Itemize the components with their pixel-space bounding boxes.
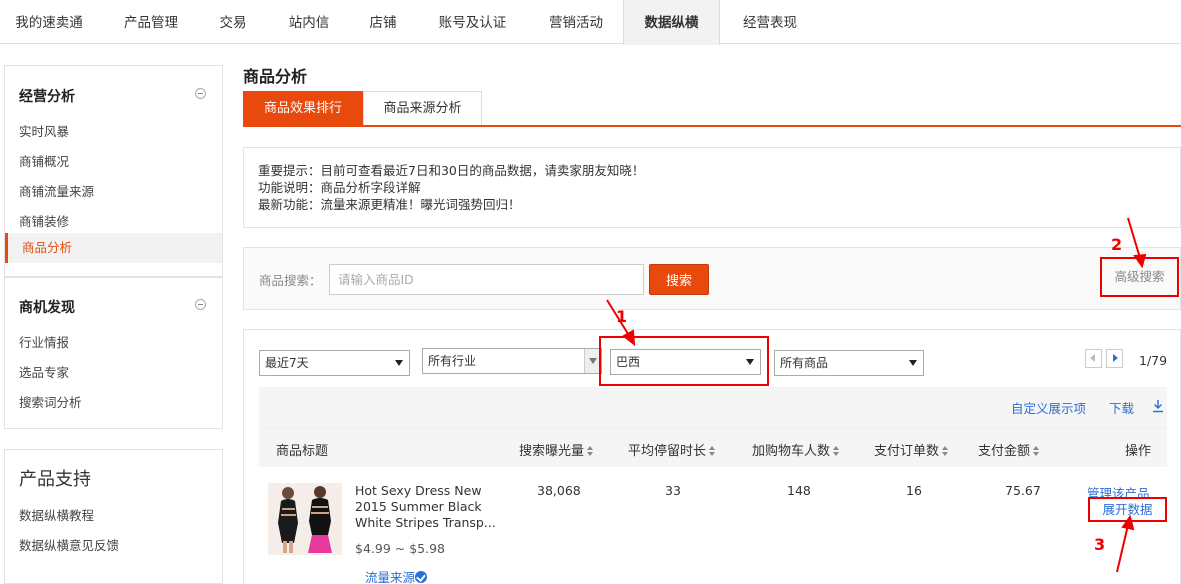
notice-line: 最新功能：流量来源更精准！曝光词强势回归！ [258,197,521,212]
products-select-value: 所有商品 [780,356,829,370]
sidebar-section-title: 经营分析 [19,89,75,105]
verified-check-icon [415,571,428,583]
sidebar-item-product-analysis[interactable]: 商品分析 [5,233,222,263]
prev-page-button[interactable] [1085,349,1102,368]
col-impressions[interactable]: 搜索曝光量 [519,440,594,459]
sidebar-item-industry-intel[interactable]: 行业情报 [19,332,69,351]
customize-columns-link[interactable]: 自定义展示项 [1011,398,1086,417]
traffic-source-label: 流量来源 [365,570,416,584]
sidebar-item-tutorial[interactable]: 数据纵横教程 [19,505,94,524]
sidebar-item-product-expert[interactable]: 选品专家 [19,362,69,381]
chevron-down-icon [746,359,754,365]
filter-panel: 最近7天 所有行业 巴西 所有商品 1/79 自定义展示项 下载 商品标题 搜索… [243,329,1181,584]
industry-select-value: 所有行业 [428,354,477,368]
next-page-button[interactable] [1106,349,1123,368]
collapse-icon[interactable] [195,299,206,310]
table-toolbar: 自定义展示项 下载 [259,387,1167,427]
collapse-icon[interactable] [195,88,206,99]
table-header-row: 商品标题 搜索曝光量 平均停留时长 加购物车人数 支付订单数 支付金额 操作 [259,427,1167,467]
amount-value: 75.67 [1005,483,1041,498]
product-title-link[interactable]: Hot Sexy Dress New 2015 Summer Black Whi… [355,483,505,531]
chevron-down-icon [589,358,597,364]
sort-icon [709,446,716,457]
col-title: 商品标题 [276,444,329,459]
search-panel: 商品搜索： 搜索 高级搜索 [243,247,1181,310]
sort-icon [1033,446,1040,457]
chevron-left-icon [1090,354,1095,362]
tab-transactions[interactable]: 交易 [210,0,256,44]
tab-data-analytics[interactable]: 数据纵横 [623,0,720,45]
period-select[interactable]: 最近7天 [259,350,410,376]
avg-stay-value: 33 [665,483,681,498]
sidebar-business-analysis: 经营分析 实时风暴 商铺概况 商铺流量来源 商铺装修 商品分析 [4,65,223,277]
tab-store[interactable]: 店铺 [360,0,406,44]
expand-data-button[interactable]: 展开数据 [1088,497,1167,522]
search-label: 商品搜索： [259,273,322,288]
add-to-cart-value: 148 [787,483,811,498]
tab-messages[interactable]: 站内信 [278,0,340,44]
col-orders[interactable]: 支付订单数 [874,440,949,459]
products-select[interactable]: 所有商品 [774,350,924,376]
sidebar-product-support: 产品支持 数据纵横教程 数据纵横意见反馈 [4,449,223,584]
tab-my-aliexpress[interactable]: 我的速卖通 [0,0,98,44]
orders-value: 16 [906,483,922,498]
notice-box: 重要提示：目前可查看最近7日和30日的商品数据，请卖家朋友知晓！ 功能说明：商品… [243,147,1181,228]
tab-product-management[interactable]: 产品管理 [113,0,189,44]
col-amount[interactable]: 支付金额 [978,440,1040,459]
sort-icon [833,446,840,457]
annotation-label-1: 1 [616,307,628,326]
industry-select[interactable]: 所有行业 [422,348,602,374]
download-icon[interactable] [1152,399,1164,413]
sidebar-item-realtime[interactable]: 实时风暴 [19,121,69,140]
annotation-label-3: 3 [1094,535,1106,554]
notice-line: 重要提示：目前可查看最近7日和30日的商品数据，请卖家朋友知晓！ [258,163,645,178]
sort-icon [942,446,949,457]
page-title: 商品分析 [243,67,308,86]
search-input[interactable] [329,264,644,295]
tab-marketing[interactable]: 营销活动 [538,0,614,44]
chevron-right-icon [1113,354,1118,362]
period-select-value: 最近7天 [265,356,309,370]
sidebar-section-title: 产品支持 [19,469,91,490]
table-row: Hot Sexy Dress New 2015 Summer Black Whi… [259,467,1167,584]
tab-performance[interactable]: 经营表现 [732,0,808,44]
product-thumbnail[interactable] [268,483,342,555]
sidebar-item-store-traffic[interactable]: 商铺流量来源 [19,181,94,200]
sidebar-item-store-overview[interactable]: 商铺概况 [19,151,69,170]
col-avg-stay[interactable]: 平均停留时长 [628,440,716,459]
sidebar-opportunity-discovery: 商机发现 行业情报 选品专家 搜索词分析 [4,277,223,429]
page-count: 1/79 [1139,353,1168,368]
advanced-search-link[interactable]: 高级搜索 [1100,257,1179,297]
tab-account[interactable]: 账号及认证 [430,0,515,44]
sidebar-section-title: 商机发现 [19,300,75,316]
chevron-down-icon [909,360,917,366]
impressions-value: 38,068 [537,483,581,498]
country-select-value: 巴西 [616,355,641,369]
notice-line[interactable]: 功能说明：商品分析字段详解 [258,179,1166,196]
col-add-to-cart[interactable]: 加购物车人数 [752,440,840,459]
search-button[interactable]: 搜索 [649,264,709,295]
top-navigation: 我的速卖通 产品管理 交易 站内信 店铺 账号及认证 营销活动 数据纵横 经营表… [0,0,1181,45]
download-link[interactable]: 下载 [1109,398,1134,417]
product-table: 自定义展示项 下载 商品标题 搜索曝光量 平均停留时长 加购物车人数 支付订单数… [259,387,1167,584]
sort-icon [587,446,594,457]
sidebar-item-feedback[interactable]: 数据纵横意见反馈 [19,535,119,554]
chevron-down-icon [395,360,403,366]
country-select[interactable]: 巴西 [610,349,761,375]
product-price: $4.99 ~ $5.98 [355,541,445,556]
sidebar-item-search-terms[interactable]: 搜索词分析 [19,392,82,411]
tab-product-ranking[interactable]: 商品效果排行 [243,91,363,125]
tab-product-source[interactable]: 商品来源分析 [363,91,482,125]
traffic-source-link[interactable]: 流量来源 [365,567,428,584]
subtab-bar: 商品效果排行 商品来源分析 [243,91,1181,127]
col-actions: 操作 [1125,444,1152,459]
annotation-label-2: 2 [1111,235,1123,254]
sidebar-item-store-decoration[interactable]: 商铺装修 [19,211,69,230]
